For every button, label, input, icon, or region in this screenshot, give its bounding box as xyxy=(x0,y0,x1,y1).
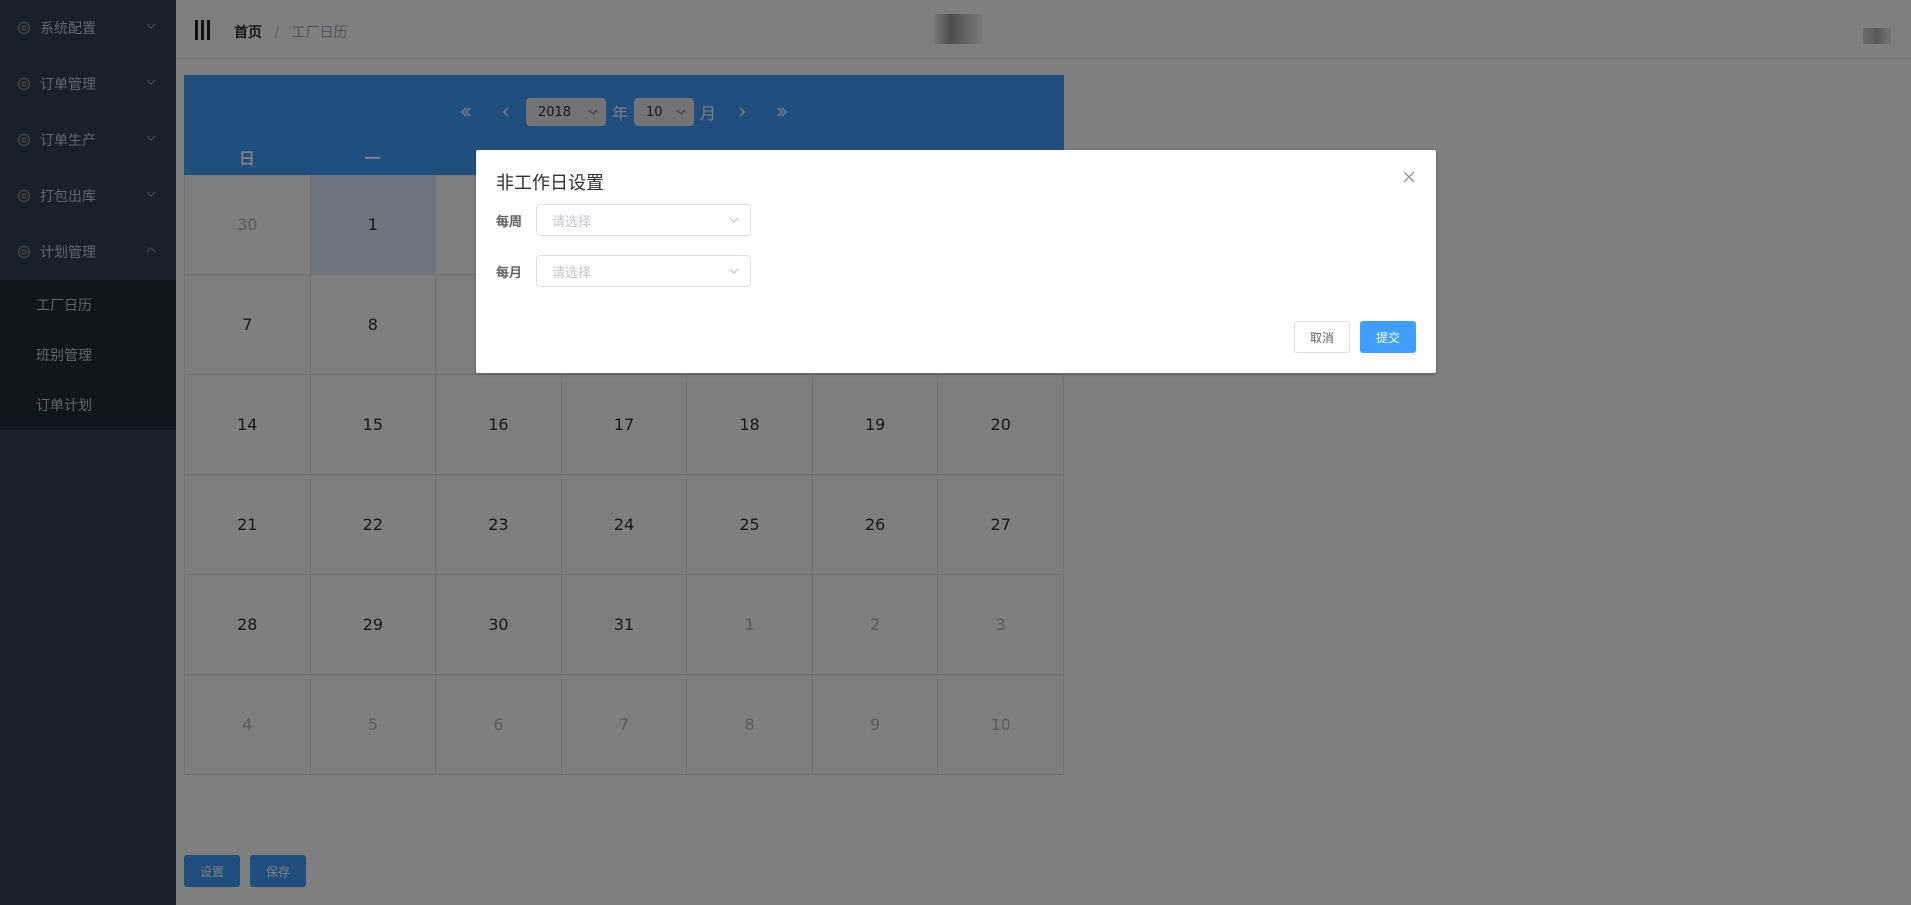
weekly-select[interactable]: 请选择 xyxy=(536,204,751,236)
close-icon[interactable] xyxy=(1402,170,1416,184)
weekly-form-row: 每周 请选择 xyxy=(496,204,751,236)
weekly-label: 每周 xyxy=(496,214,523,230)
non-working-day-dialog: 非工作日设置 每周 请选择 每月 请选择 取消 提交 xyxy=(476,150,1436,373)
dialog-footer: 取消 提交 xyxy=(1294,321,1416,353)
monthly-placeholder: 请选择 xyxy=(552,265,592,281)
weekly-placeholder: 请选择 xyxy=(552,214,592,230)
cancel-button[interactable]: 取消 xyxy=(1294,321,1350,353)
monthly-label: 每月 xyxy=(496,265,523,281)
chevron-down-icon xyxy=(729,268,739,274)
modal-overlay[interactable] xyxy=(0,0,1911,905)
dialog-title: 非工作日设置 xyxy=(496,173,604,194)
monthly-select[interactable]: 请选择 xyxy=(536,255,751,287)
chevron-down-icon xyxy=(729,217,739,223)
monthly-form-row: 每月 请选择 xyxy=(496,255,751,287)
submit-button[interactable]: 提交 xyxy=(1360,321,1416,353)
